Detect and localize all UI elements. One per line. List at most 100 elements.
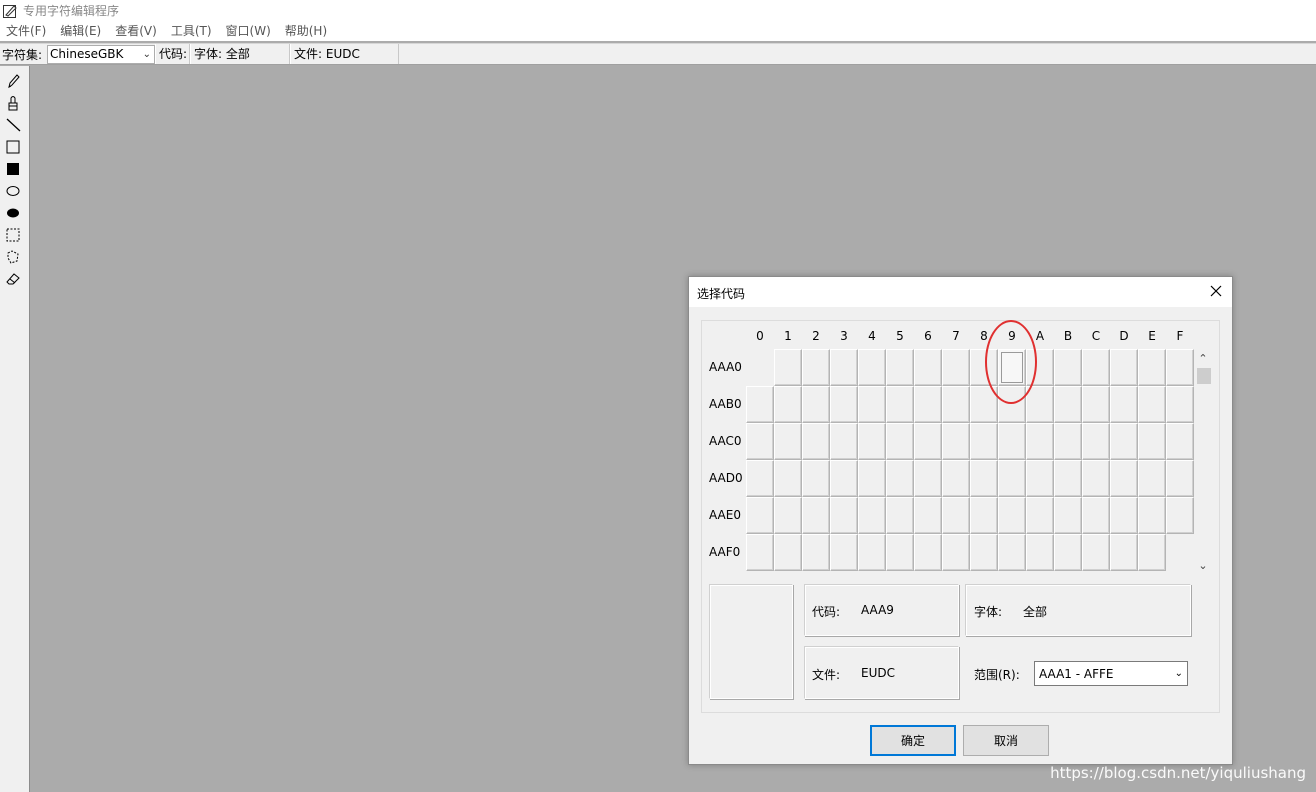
- code-cell[interactable]: [802, 386, 830, 423]
- code-cell[interactable]: [914, 497, 942, 534]
- code-cell[interactable]: [858, 460, 886, 497]
- code-cell[interactable]: [746, 534, 774, 571]
- code-cell[interactable]: [858, 423, 886, 460]
- code-cell[interactable]: [830, 534, 858, 571]
- code-cell[interactable]: [914, 386, 942, 423]
- code-cell[interactable]: [1166, 497, 1194, 534]
- code-cell[interactable]: [858, 497, 886, 534]
- code-cell[interactable]: [802, 497, 830, 534]
- code-cell[interactable]: [886, 460, 914, 497]
- code-cell[interactable]: [1054, 423, 1082, 460]
- code-cell[interactable]: [1166, 423, 1194, 460]
- menu-view[interactable]: 查看(V): [108, 21, 164, 41]
- range-select[interactable]: AAA1 - AFFE ⌄: [1034, 661, 1188, 686]
- code-cell[interactable]: [942, 386, 970, 423]
- code-cell[interactable]: [1054, 497, 1082, 534]
- code-cell[interactable]: [1026, 460, 1054, 497]
- code-cell[interactable]: [1110, 349, 1138, 386]
- code-cell[interactable]: [1138, 386, 1166, 423]
- code-cell[interactable]: [774, 497, 802, 534]
- code-cell[interactable]: [886, 349, 914, 386]
- code-cell[interactable]: [830, 386, 858, 423]
- code-cell[interactable]: [1082, 349, 1110, 386]
- code-cell[interactable]: [1054, 460, 1082, 497]
- code-cell[interactable]: [1026, 497, 1054, 534]
- code-cell[interactable]: [914, 534, 942, 571]
- code-cell[interactable]: [830, 349, 858, 386]
- code-cell[interactable]: [746, 497, 774, 534]
- scrollbar-thumb[interactable]: [1197, 368, 1211, 384]
- code-cell[interactable]: [1138, 349, 1166, 386]
- code-cell[interactable]: [1166, 349, 1194, 386]
- code-cell[interactable]: [1054, 534, 1082, 571]
- code-cell[interactable]: [1166, 460, 1194, 497]
- code-cell[interactable]: [774, 349, 802, 386]
- code-cell[interactable]: [1110, 386, 1138, 423]
- code-cell[interactable]: [1138, 497, 1166, 534]
- menu-file[interactable]: 文件(F): [0, 21, 53, 41]
- menu-window[interactable]: 窗口(W): [219, 21, 278, 41]
- code-cell[interactable]: [1110, 460, 1138, 497]
- code-cell[interactable]: [1082, 423, 1110, 460]
- code-cell[interactable]: [886, 386, 914, 423]
- hollow-ellipse-icon[interactable]: [4, 182, 22, 200]
- code-cell[interactable]: [830, 423, 858, 460]
- code-cell[interactable]: [970, 534, 998, 571]
- freeform-select-icon[interactable]: [4, 248, 22, 266]
- code-cell[interactable]: [1110, 423, 1138, 460]
- code-cell[interactable]: [774, 423, 802, 460]
- code-cell[interactable]: [942, 423, 970, 460]
- code-cell[interactable]: [998, 460, 1026, 497]
- code-cell[interactable]: [942, 460, 970, 497]
- ok-button[interactable]: 确定: [870, 725, 956, 756]
- code-cell[interactable]: [886, 423, 914, 460]
- code-cell[interactable]: [1054, 349, 1082, 386]
- code-cell[interactable]: [942, 534, 970, 571]
- code-cell[interactable]: [802, 423, 830, 460]
- brush-icon[interactable]: [4, 94, 22, 112]
- code-cell[interactable]: [886, 534, 914, 571]
- code-cell[interactable]: [858, 386, 886, 423]
- code-cell[interactable]: [942, 497, 970, 534]
- code-cell[interactable]: [1138, 534, 1166, 571]
- scroll-down-icon[interactable]: ⌄: [1195, 559, 1211, 573]
- code-cell[interactable]: [802, 534, 830, 571]
- filled-ellipse-icon[interactable]: [4, 204, 22, 222]
- eraser-icon[interactable]: [4, 270, 22, 288]
- code-cell[interactable]: [1138, 460, 1166, 497]
- code-cell[interactable]: [1138, 423, 1166, 460]
- hollow-rectangle-icon[interactable]: [4, 138, 22, 156]
- code-cell[interactable]: [998, 534, 1026, 571]
- filled-rectangle-icon[interactable]: [4, 160, 22, 178]
- code-cell[interactable]: [970, 460, 998, 497]
- code-cell[interactable]: [858, 349, 886, 386]
- code-cell[interactable]: [774, 460, 802, 497]
- charset-select[interactable]: ChineseGBK ⌄: [47, 44, 156, 64]
- code-cell[interactable]: [1082, 386, 1110, 423]
- code-cell[interactable]: [1110, 534, 1138, 571]
- code-cell[interactable]: [886, 497, 914, 534]
- code-cell[interactable]: [914, 423, 942, 460]
- code-cell[interactable]: [970, 423, 998, 460]
- code-cell[interactable]: [830, 497, 858, 534]
- code-cell[interactable]: [1026, 534, 1054, 571]
- code-cell[interactable]: [774, 534, 802, 571]
- code-cell[interactable]: [774, 386, 802, 423]
- code-cell[interactable]: [1054, 386, 1082, 423]
- code-cell[interactable]: [942, 349, 970, 386]
- menu-edit[interactable]: 编辑(E): [53, 21, 108, 41]
- menu-help[interactable]: 帮助(H): [278, 21, 334, 41]
- code-cell[interactable]: [858, 534, 886, 571]
- code-cell[interactable]: [802, 349, 830, 386]
- code-cell[interactable]: [1110, 497, 1138, 534]
- code-cell[interactable]: [1082, 460, 1110, 497]
- pencil-icon[interactable]: [4, 72, 22, 90]
- code-cell[interactable]: [1166, 386, 1194, 423]
- line-icon[interactable]: [4, 116, 22, 134]
- rect-select-icon[interactable]: [4, 226, 22, 244]
- close-icon[interactable]: [1208, 283, 1224, 299]
- code-cell[interactable]: [802, 460, 830, 497]
- code-cell[interactable]: [998, 423, 1026, 460]
- scroll-up-icon[interactable]: ⌃: [1195, 352, 1211, 366]
- menu-tools[interactable]: 工具(T): [164, 21, 219, 41]
